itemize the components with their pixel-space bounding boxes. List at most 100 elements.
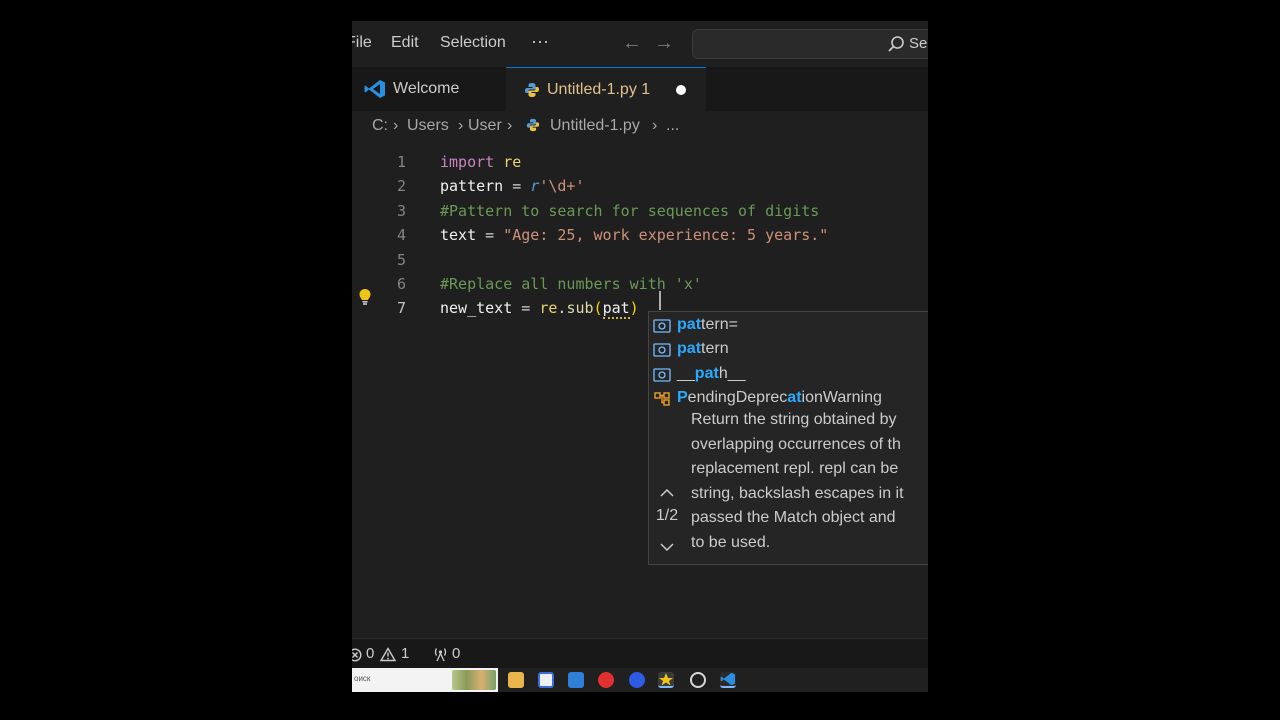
status-bar: 0 1 0 — [352, 638, 928, 669]
variable-icon — [653, 318, 671, 334]
doc-line: Return the string obtained by — [691, 411, 897, 428]
zoom-icon[interactable] — [629, 672, 645, 688]
code-token: '\d+' — [539, 177, 585, 195]
lightbulb-icon[interactable] — [358, 288, 372, 306]
vscode-taskbar-icon[interactable] — [720, 672, 736, 688]
class-icon — [653, 391, 671, 407]
menu-more-button[interactable]: ··· — [531, 31, 549, 52]
line-number: 6 — [396, 275, 406, 293]
chevron-down-icon[interactable] — [659, 542, 675, 552]
suggestion-label: pattern= — [677, 316, 738, 333]
chevron-up-icon[interactable] — [659, 488, 675, 498]
forward-arrow-icon[interactable]: → — [654, 32, 674, 55]
doc-line: to be used. — [691, 533, 771, 551]
line-number: 4 — [396, 226, 406, 244]
line-number: 2 — [396, 177, 406, 195]
code-line[interactable]: #Pattern to search for sequences of digi… — [440, 202, 819, 220]
code-token: text — [440, 226, 477, 244]
file-explorer-icon[interactable] — [508, 672, 524, 688]
code-token: pattern — [440, 177, 504, 195]
suggestion-item[interactable]: __path__ — [649, 363, 928, 387]
breadcrumb-user[interactable]: User — [468, 117, 502, 135]
suggestion-label: PendingDeprecationWarning — [677, 389, 882, 406]
menu-selection[interactable]: Selection — [440, 34, 506, 52]
os-taskbar: оиск — [352, 668, 928, 692]
code-token: sub — [566, 299, 594, 317]
doc-line: overlapping occurrences of th — [691, 435, 901, 453]
error-count[interactable]: 0 — [366, 645, 374, 662]
ports-count[interactable]: 0 — [452, 645, 460, 662]
tab-welcome[interactable]: Welcome — [352, 67, 506, 111]
code-line[interactable]: import re — [440, 153, 521, 171]
suggestion-item[interactable]: pattern — [649, 338, 928, 362]
suggest-widget: pattern= pattern __path__ PendingDeprecatio… — [648, 311, 928, 565]
unsaved-dot-icon[interactable] — [676, 85, 686, 95]
python-icon — [526, 118, 540, 132]
code-token: re — [503, 153, 522, 171]
code-line[interactable]: text = "Age: 25, work experience: 5 year… — [440, 226, 828, 244]
code-token: import — [440, 153, 495, 171]
command-center-search[interactable]: Se — [692, 29, 928, 59]
variable-icon — [653, 342, 671, 358]
chevron-right-icon: › — [393, 117, 399, 134]
code-line[interactable]: new_text = re.sub(pat) — [440, 299, 639, 319]
code-line[interactable]: #Replace all numbers with 'x' — [440, 275, 702, 293]
broadcast-icon[interactable] — [432, 647, 449, 662]
code-token: #Replace all numbers with 'x' — [440, 275, 702, 293]
line-number: 5 — [396, 251, 406, 269]
doc-line: passed the Match object and — [691, 509, 896, 526]
suggestion-label: __path__ — [677, 365, 746, 382]
favorites-star-icon[interactable] — [658, 672, 674, 688]
yandex-browser-icon[interactable] — [598, 672, 614, 688]
tab-untitled-py[interactable]: Untitled-1.py 1 — [506, 67, 706, 111]
code-line[interactable]: pattern = r'\d+' — [440, 177, 585, 195]
line-number: 3 — [396, 202, 406, 220]
warning-icon[interactable] — [380, 647, 396, 662]
code-token: = — [503, 177, 531, 195]
menu-bar: File Edit Selection ··· ← → Se — [352, 21, 928, 67]
error-icon[interactable] — [352, 648, 362, 662]
vscode-window: File Edit Selection ··· ← → Se Welcome — [352, 21, 928, 692]
store-icon[interactable] — [538, 672, 554, 688]
line-number: 1 — [396, 153, 406, 171]
menu-edit[interactable]: Edit — [391, 34, 419, 52]
signature-counter: 1/2 — [655, 507, 679, 524]
search-highlight-image — [452, 670, 496, 690]
breadcrumb-file[interactable]: Untitled-1.py — [550, 117, 640, 135]
code-token: r — [530, 177, 540, 195]
breadcrumb: C: › Users › User › Untitled-1.py › ... — [352, 111, 928, 141]
chevron-right-icon: › — [652, 117, 658, 134]
tab-untitled-label: Untitled-1.py 1 — [547, 81, 651, 98]
chevron-right-icon: › — [458, 117, 464, 134]
search-placeholder: Se — [909, 35, 928, 52]
search-icon — [888, 36, 904, 52]
suggestion-item[interactable]: pattern= — [649, 314, 928, 338]
breadcrumb-users[interactable]: Users — [407, 117, 449, 135]
code-token: = — [512, 299, 540, 317]
back-arrow-icon[interactable]: ← — [622, 32, 642, 55]
line-number: 7 — [396, 299, 406, 317]
breadcrumb-symbol[interactable]: ... — [666, 117, 679, 135]
tab-bar: Welcome Untitled-1.py 1 — [352, 67, 928, 111]
code-token: ) — [629, 299, 639, 317]
menu-file[interactable]: File — [352, 34, 372, 52]
warning-count[interactable]: 1 — [401, 645, 409, 662]
code-token: pat — [602, 299, 630, 319]
mail-icon[interactable] — [568, 672, 584, 688]
code-token: ( — [593, 299, 603, 317]
breadcrumb-drive[interactable]: C: — [372, 117, 388, 135]
tab-welcome-label: Welcome — [393, 80, 460, 97]
taskbar-search-box[interactable]: оиск — [352, 668, 498, 692]
code-token: new_text — [440, 299, 513, 317]
vscode-logo-icon — [364, 80, 385, 98]
chrome-icon[interactable] — [690, 672, 706, 688]
code-token: "Age: 25, work experience: 5 years." — [503, 226, 829, 244]
chevron-right-icon: › — [507, 117, 513, 134]
code-token: re — [539, 299, 558, 317]
doc-line: string, backslash escapes in it — [691, 484, 904, 502]
code-token: = — [476, 226, 504, 244]
variable-icon — [653, 367, 671, 383]
code-editor[interactable]: 1 2 3 4 5 6 7 import re pattern = r'\d+' #Patter… — [352, 141, 928, 638]
taskbar-search-text: оиск — [354, 674, 371, 683]
